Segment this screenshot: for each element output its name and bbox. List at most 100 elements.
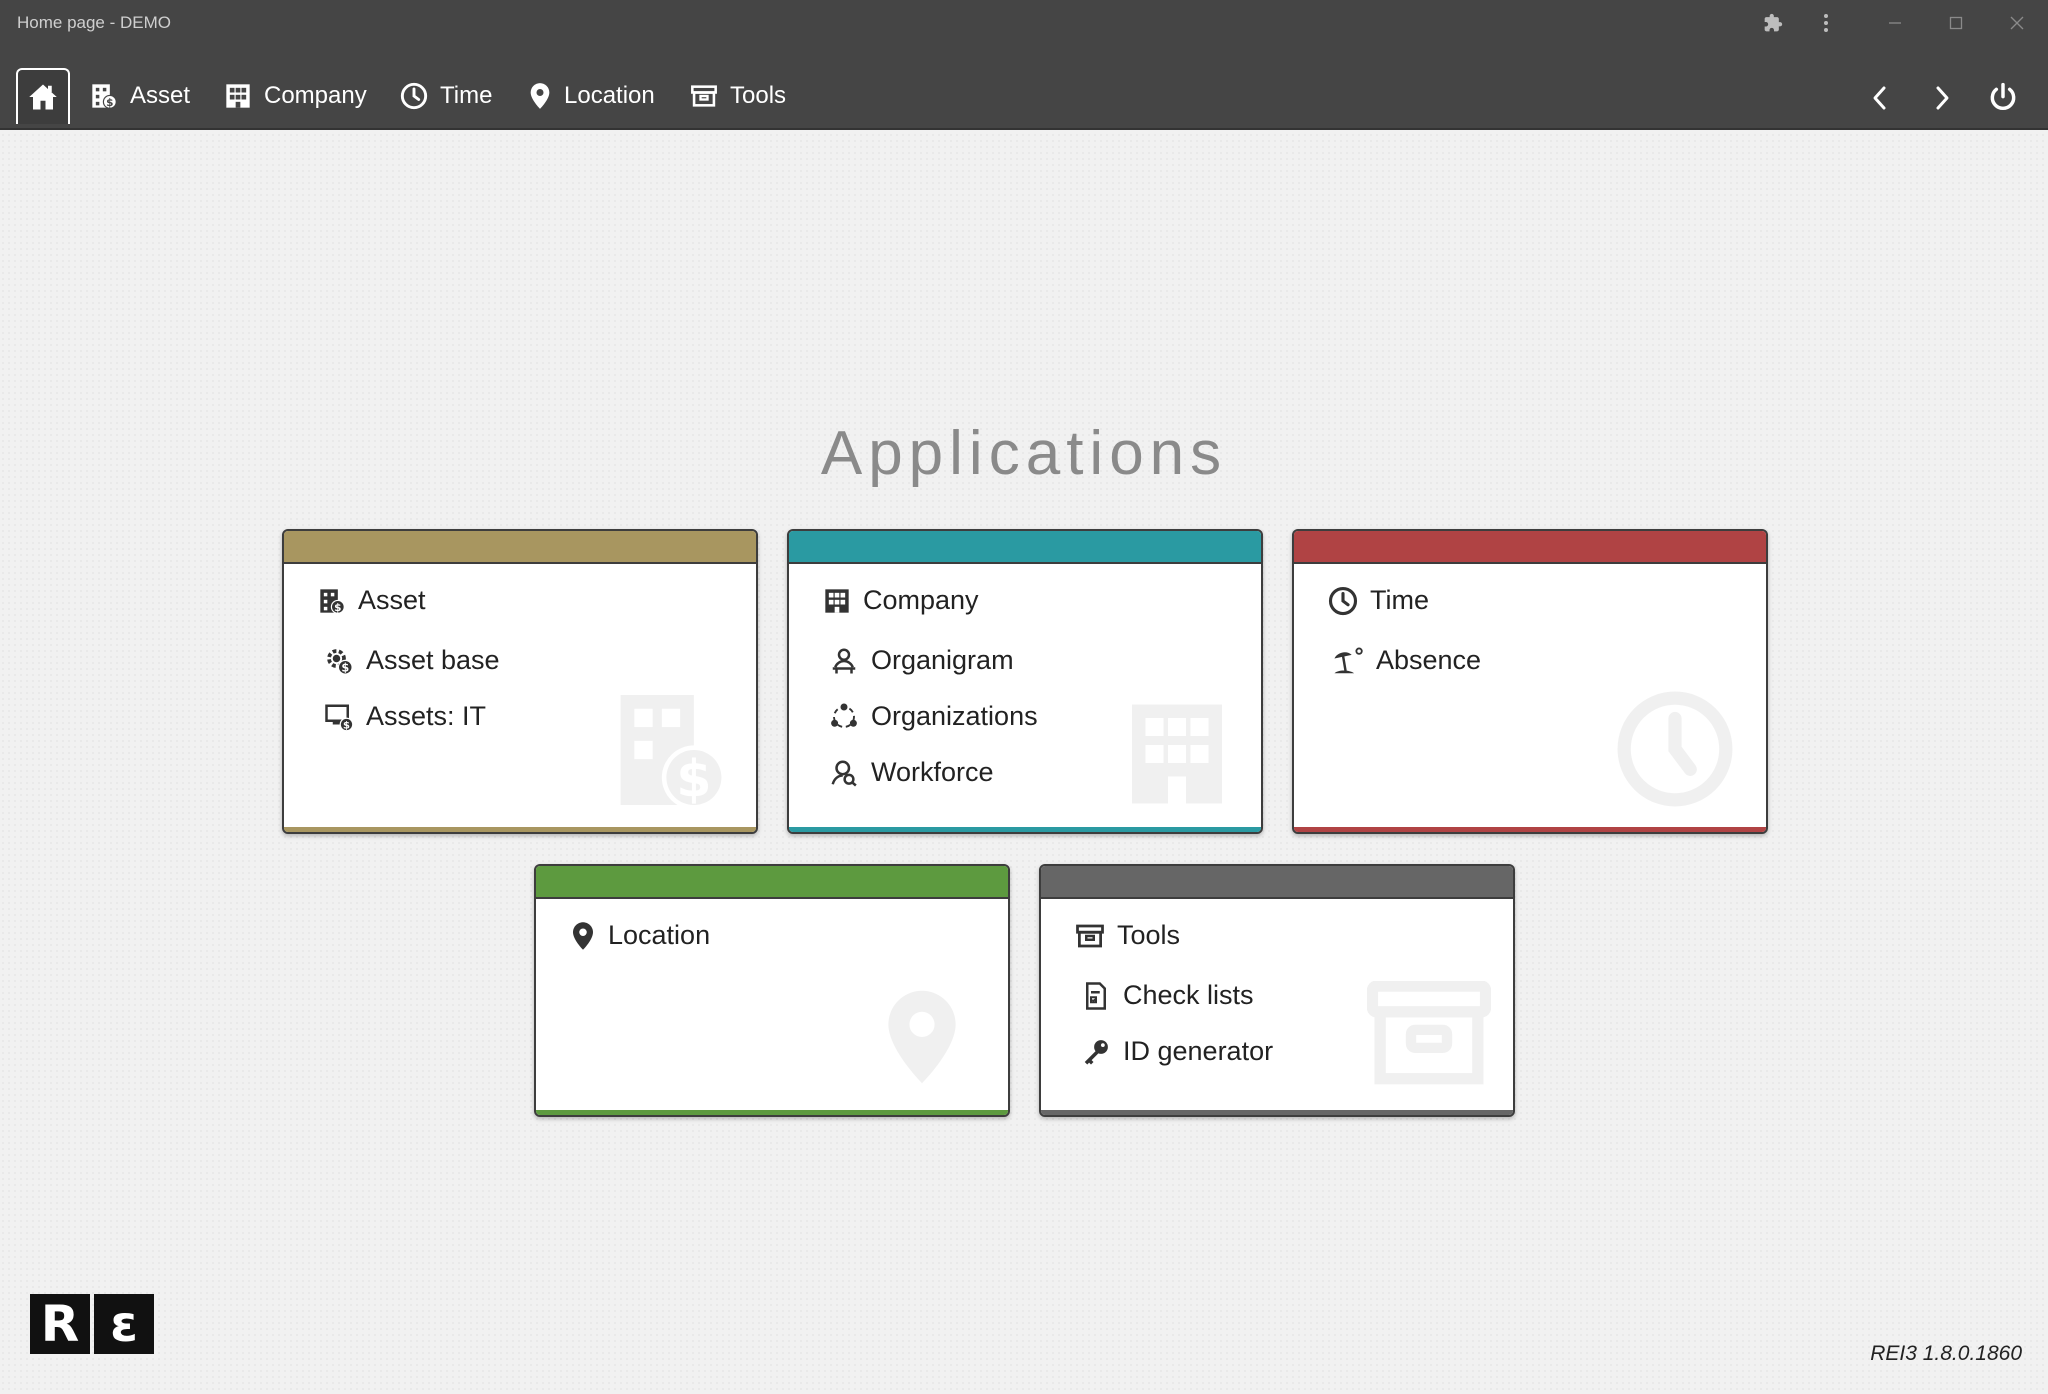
archive-watermark-icon — [1367, 981, 1491, 1089]
svg-text:$: $ — [106, 97, 113, 109]
app-card-location: Location — [534, 864, 1010, 1117]
app-link-organigram[interactable]: Organigram — [829, 645, 1014, 676]
page-title: Applications — [820, 419, 1228, 488]
app-link-label: Asset — [358, 585, 426, 615]
clock-icon — [1328, 586, 1358, 615]
minimize-icon[interactable] — [1882, 10, 1908, 36]
app-link-organizations[interactable]: Organizations — [829, 701, 1038, 732]
app-link-absence[interactable]: Absence — [1332, 645, 1481, 676]
map-pin-watermark-icon — [880, 985, 964, 1089]
menu-item-company[interactable]: Company — [224, 76, 367, 116]
app-link-label: Organigram — [871, 645, 1014, 675]
window-title: Home page - DEMO — [17, 13, 171, 32]
card-color-bar — [789, 531, 1261, 564]
menu-item-label: Location — [564, 82, 655, 109]
menu-item-tools[interactable]: Tools — [690, 76, 786, 116]
asset-icon: $ — [320, 588, 345, 613]
menu-item-label: Asset — [130, 82, 191, 109]
card-bottom-bar — [1041, 1110, 1513, 1115]
card-color-bar — [284, 531, 756, 564]
card-color-bar — [1041, 866, 1513, 899]
app-link-label: ID generator — [1123, 1036, 1274, 1066]
app-link-label: Organizations — [871, 701, 1038, 731]
window-title-bar: Home page - DEMO — [0, 0, 2048, 46]
clock-watermark-icon — [1614, 688, 1736, 810]
app-link-workforce[interactable]: Workforce — [829, 757, 994, 788]
home-icon — [29, 84, 57, 110]
person-search-icon — [831, 760, 857, 786]
app-link-label: Company — [863, 585, 979, 615]
app-link-asset-base[interactable]: $ Asset base — [324, 645, 500, 676]
back-button[interactable] — [1862, 80, 1898, 116]
app-link-asset[interactable]: $ Asset — [318, 585, 426, 616]
rei3-logo: R ɛ — [30, 1294, 154, 1354]
version-label: REI3 1.8.0.1860 — [1870, 1342, 2022, 1365]
card-color-bar — [536, 866, 1008, 899]
asset-watermark-icon: $ — [616, 690, 726, 810]
card-bottom-bar — [789, 827, 1261, 832]
archive-box-icon — [691, 85, 717, 107]
card-bottom-bar — [536, 1110, 1008, 1115]
asset-icon: $ — [92, 84, 117, 109]
map-pin-icon — [573, 921, 593, 950]
app-card-company: Company Organigram Organizations Workfor… — [787, 529, 1263, 834]
close-icon[interactable] — [2004, 10, 2030, 36]
maximize-icon[interactable] — [1943, 10, 1969, 36]
app-link-assets-it[interactable]: $ Assets: IT — [324, 701, 486, 732]
person-desk-icon — [832, 648, 856, 673]
app-link-label: Location — [608, 920, 711, 950]
app-link-label: Assets: IT — [366, 701, 487, 731]
menu-item-label: Time — [440, 82, 493, 109]
checklist-doc-icon — [1086, 981, 1106, 1010]
app-link-label: Check lists — [1123, 980, 1254, 1010]
svg-text:$: $ — [343, 720, 350, 731]
chevron-right-icon — [1936, 86, 1949, 110]
card-bottom-bar — [1294, 827, 1766, 832]
beach-umbrella-icon — [1334, 647, 1363, 673]
home-button[interactable] — [16, 68, 70, 124]
app-link-id-generator[interactable]: ID generator — [1081, 1036, 1273, 1067]
menu-item-location[interactable]: Location — [528, 76, 655, 116]
app-card-time: Time Absence — [1292, 529, 1768, 834]
app-link-location[interactable]: Location — [570, 920, 710, 951]
app-link-label: Absence — [1376, 645, 1482, 675]
network-cycle-icon — [831, 703, 857, 728]
app-card-tools: Tools Check lists ID generator — [1039, 864, 1515, 1117]
app-link-label: Workforce — [871, 757, 994, 787]
monitor-money-icon: $ — [325, 704, 354, 731]
svg-text:$: $ — [334, 601, 341, 613]
archive-box-icon — [1076, 924, 1104, 947]
forward-button[interactable] — [1924, 80, 1960, 116]
svg-text:$: $ — [341, 661, 349, 674]
main-menu-bar: $ Asset Company Time Location Tools — [0, 46, 2048, 130]
clock-icon — [400, 82, 428, 110]
logo-letter-e: ɛ — [94, 1294, 154, 1354]
building-icon — [226, 84, 250, 108]
svg-text:$: $ — [676, 749, 711, 808]
menu-item-label: Company — [264, 82, 367, 109]
building-icon — [825, 588, 849, 613]
app-link-label: Time — [1370, 585, 1429, 615]
app-link-label: Asset base — [366, 645, 500, 675]
logo-letter-r: R — [30, 1294, 90, 1354]
app-card-asset: $ Asset $ Asset base $ Assets: IT $ — [282, 529, 758, 834]
logout-button[interactable] — [1985, 80, 2021, 116]
map-pin-icon — [530, 83, 550, 109]
more-vertical-icon[interactable] — [1813, 10, 1839, 36]
building-watermark-icon — [1123, 698, 1231, 810]
app-link-label: Tools — [1117, 920, 1181, 950]
menu-item-asset[interactable]: $ Asset — [90, 76, 190, 116]
menu-item-time[interactable]: Time — [400, 76, 492, 116]
app-link-tools[interactable]: Tools — [1075, 920, 1180, 951]
app-link-time[interactable]: Time — [1328, 585, 1429, 616]
chevron-left-icon — [1873, 86, 1886, 110]
gears-money-icon: $ — [327, 648, 353, 675]
app-link-check-lists[interactable]: Check lists — [1081, 980, 1254, 1011]
menu-item-label: Tools — [730, 82, 787, 109]
card-color-bar — [1294, 531, 1766, 564]
power-icon — [1990, 82, 2016, 111]
key-icon — [1084, 1039, 1108, 1064]
extensions-icon[interactable] — [1760, 10, 1786, 36]
card-bottom-bar — [284, 827, 756, 832]
app-link-company[interactable]: Company — [823, 585, 979, 616]
